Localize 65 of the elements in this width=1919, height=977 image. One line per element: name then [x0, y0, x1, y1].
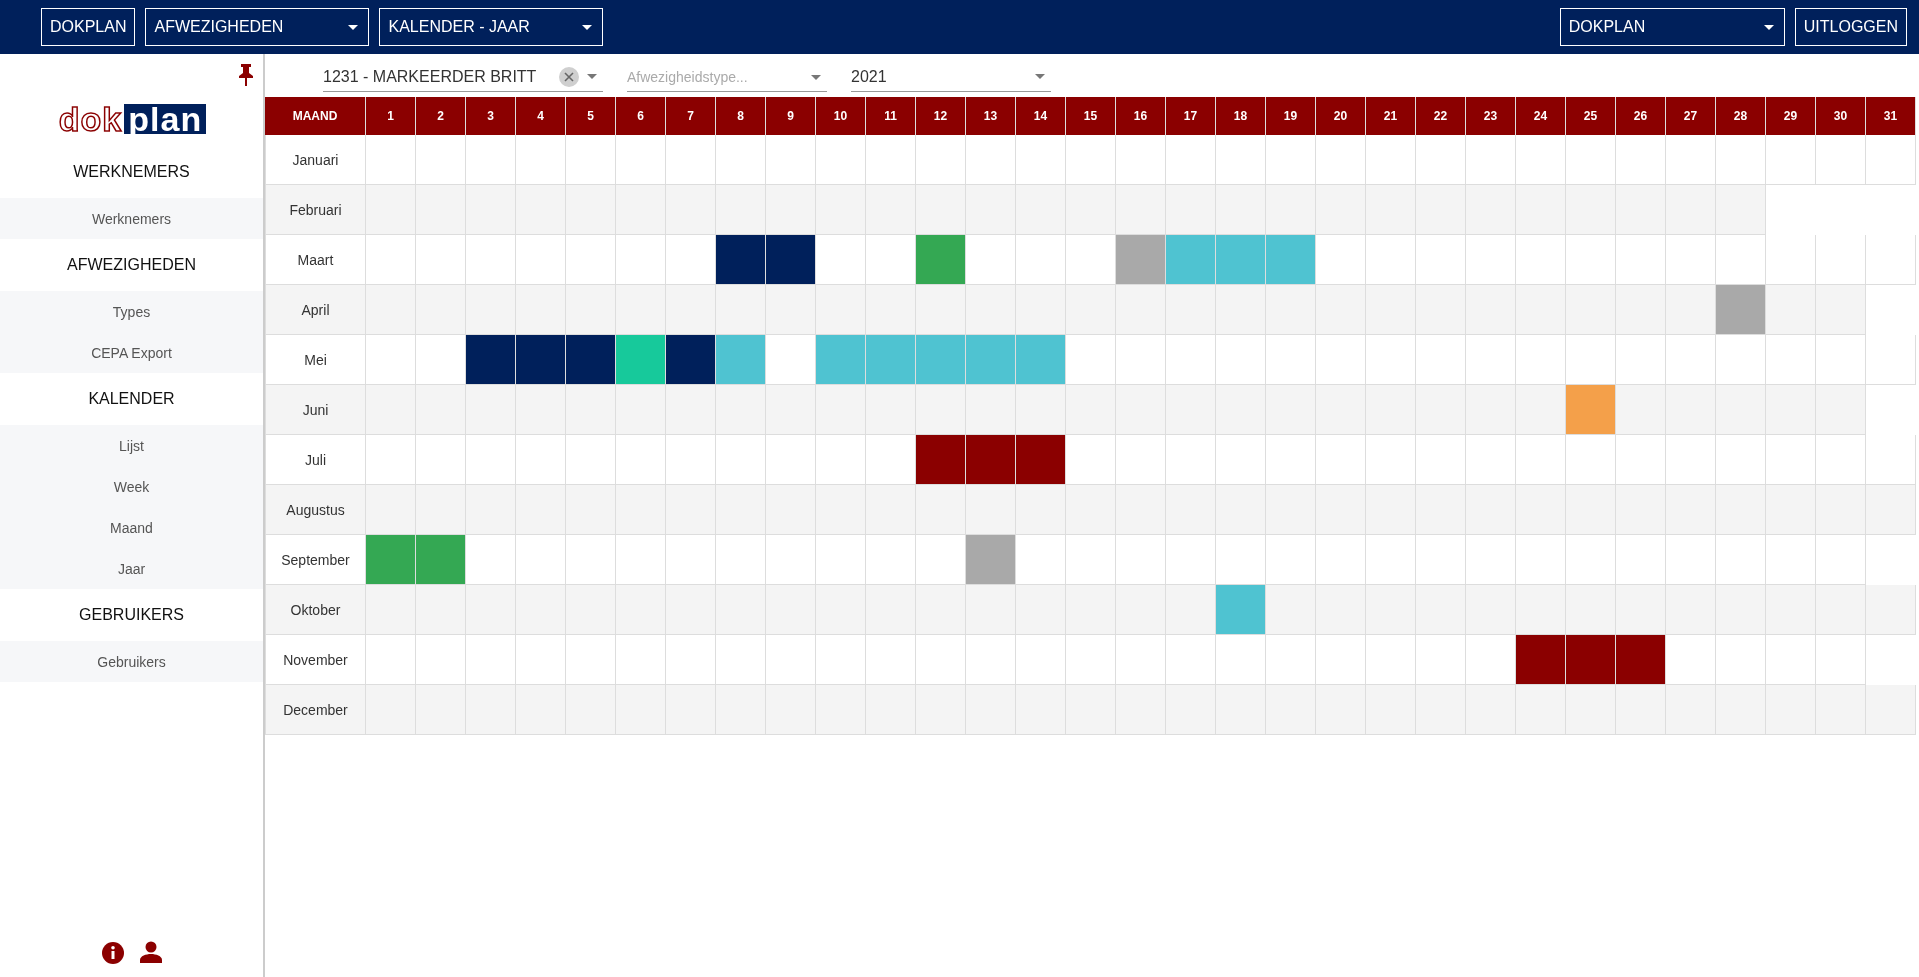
month-label: Maart — [265, 235, 366, 285]
column-header: 3 — [466, 97, 516, 135]
month-label: Oktober — [265, 585, 366, 635]
column-header: 21 — [1366, 97, 1416, 135]
column-header: 28 — [1716, 97, 1766, 135]
section-heading: KALENDER — [87, 389, 176, 409]
sidebar-item[interactable]: Types — [0, 291, 263, 332]
column-header: 24 — [1516, 97, 1566, 135]
column-header: 2 — [416, 97, 466, 135]
home-button[interactable]: DOKPLAN — [41, 8, 136, 46]
sidebar-item[interactable]: Lijst — [0, 425, 263, 466]
employee-select[interactable]: 1231 - MARKEERDER BRITT — [323, 62, 603, 92]
column-header: 26 — [1616, 97, 1666, 135]
sidebar-item[interactable]: Jaar — [0, 548, 263, 589]
column-header: 23 — [1466, 97, 1516, 135]
column-header: 4 — [516, 97, 566, 135]
column-header: 15 — [1066, 97, 1116, 135]
column-header: 13 — [966, 97, 1016, 135]
sidebar-item[interactable]: Week — [0, 466, 263, 507]
column-header: 18 — [1216, 97, 1266, 135]
column-header: 8 — [716, 97, 766, 135]
column-header: 25 — [1566, 97, 1616, 135]
view-select[interactable]: KALENDER - JAAR — [379, 8, 604, 46]
column-header: MAAND — [265, 97, 366, 135]
month-label: Juli — [265, 435, 366, 485]
month-label: September — [265, 535, 366, 585]
column-header: 30 — [1816, 97, 1866, 135]
company-select[interactable]: DOKPLAN — [1559, 8, 1785, 46]
month-label: December — [265, 685, 366, 735]
sidebar-item[interactable]: CEPA Export — [0, 332, 263, 373]
module-select[interactable]: AFWEZIGHEDEN — [145, 8, 370, 46]
column-header: 31 — [1866, 97, 1916, 135]
sidebar-item[interactable]: Gebruikers — [0, 641, 263, 682]
column-header: 6 — [616, 97, 666, 135]
month-label: April — [265, 285, 366, 335]
column-header: 20 — [1316, 97, 1366, 135]
column-header: 19 — [1266, 97, 1316, 135]
column-header: 29 — [1766, 97, 1816, 135]
column-header: 16 — [1116, 97, 1166, 135]
column-header: 5 — [566, 97, 616, 135]
year-select[interactable]: 2021 — [851, 62, 1051, 92]
column-header: 22 — [1416, 97, 1466, 135]
column-header: 1 — [366, 97, 416, 135]
month-label: Augustus — [265, 485, 366, 535]
section-heading: GEBRUIKERS — [78, 605, 185, 625]
logout-button[interactable]: UITLOGGEN — [1794, 8, 1907, 46]
column-header: 27 — [1666, 97, 1716, 135]
column-header: 11 — [866, 97, 916, 135]
column-header: 7 — [666, 97, 716, 135]
sidebar-item[interactable]: Werknemers — [0, 198, 263, 239]
section-heading: WERKNEMERS — [72, 162, 191, 182]
column-header: 17 — [1166, 97, 1216, 135]
sidebar-item[interactable]: Maand — [0, 507, 263, 548]
month-label: Januari — [265, 135, 366, 185]
column-header: 9 — [766, 97, 816, 135]
column-header: 12 — [916, 97, 966, 135]
month-label: Februari — [265, 185, 366, 235]
column-header: 10 — [816, 97, 866, 135]
column-header: 14 — [1016, 97, 1066, 135]
absence-type-field[interactable]: Afwezigheidstype... — [627, 62, 827, 92]
month-label: Juni — [265, 385, 366, 435]
section-heading: AFWEZIGHEDEN — [66, 255, 197, 275]
month-label: Mei — [265, 335, 366, 385]
dokplan-logo: dok plan — [56, 104, 207, 134]
month-label: November — [265, 635, 366, 685]
